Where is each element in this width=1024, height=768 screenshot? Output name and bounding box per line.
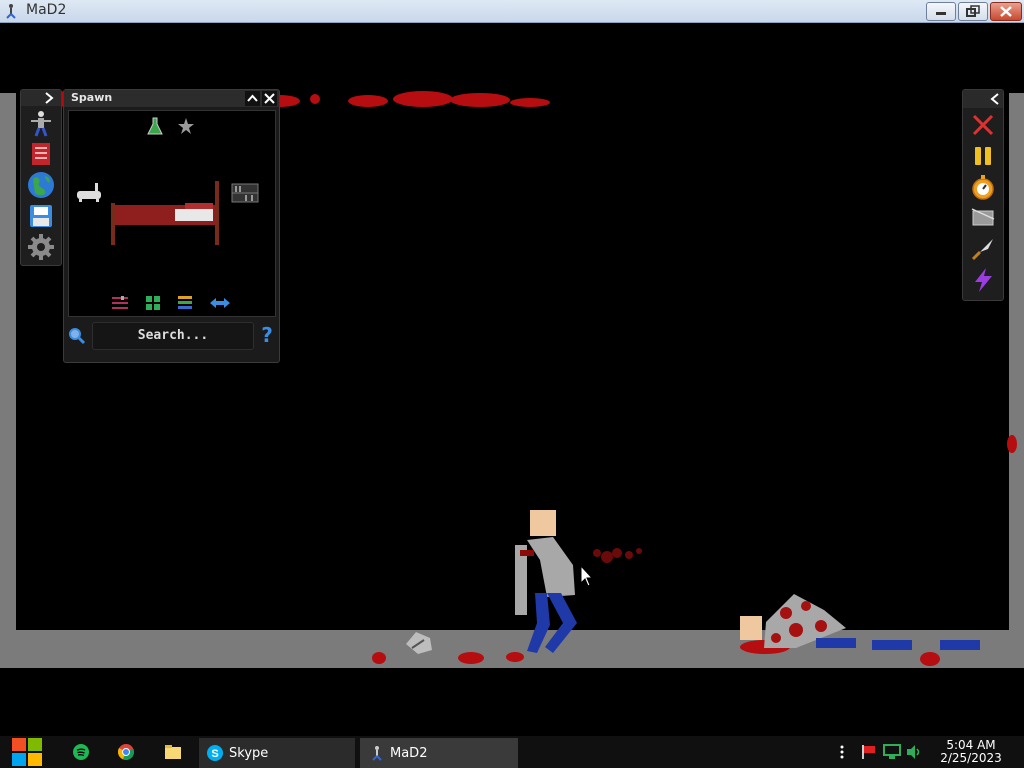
taskbar: S Skype MaD2 5:04 AM 2/25/2023 <box>0 736 1024 768</box>
pause-icon[interactable] <box>969 142 997 170</box>
app-icon <box>6 4 16 19</box>
skype-icon: S <box>207 745 223 761</box>
clock-date: 2/25/2023 <box>940 751 1002 765</box>
bed-item[interactable] <box>109 179 221 249</box>
taskbar-app-skype[interactable]: S Skype <box>199 738 355 768</box>
flag-icon[interactable] <box>860 745 876 759</box>
restore-button[interactable] <box>958 2 988 21</box>
spawn-panel-header: Spawn <box>64 90 279 107</box>
stopwatch-icon[interactable] <box>969 173 997 201</box>
svg-text:S: S <box>211 748 218 760</box>
swap-arrows-icon[interactable] <box>209 296 231 310</box>
help-button[interactable]: ? <box>258 324 276 346</box>
box-icon[interactable] <box>969 204 997 232</box>
list-view-icon[interactable] <box>177 295 193 311</box>
settings-gear-icon[interactable] <box>27 233 55 261</box>
close-window-button[interactable] <box>990 2 1022 21</box>
star-icon[interactable] <box>177 117 195 135</box>
left-toolbar <box>20 89 62 266</box>
ragdoll-lying[interactable] <box>736 588 986 654</box>
chrome-icon[interactable] <box>118 744 134 760</box>
close-panel-button[interactable] <box>262 91 277 106</box>
system-clock[interactable]: 5:04 AM 2/25/2023 <box>936 739 1006 765</box>
window-title: MaD2 <box>26 2 67 18</box>
search-row: Search... ? <box>68 322 275 350</box>
taskbar-app-label: MaD2 <box>390 745 428 761</box>
flask-icon[interactable] <box>147 117 163 135</box>
shelf-item[interactable] <box>231 183 259 203</box>
taskbar-app-mad2[interactable]: MaD2 <box>360 738 518 768</box>
save-icon[interactable] <box>27 202 55 230</box>
volume-icon[interactable] <box>906 744 922 760</box>
sort-options-icon[interactable] <box>111 295 129 311</box>
right-toolbar-header <box>963 90 1003 108</box>
window-titlebar: MaD2 <box>0 0 1024 23</box>
mouse-cursor-icon <box>580 565 594 587</box>
start-windows-icon[interactable] <box>10 736 44 768</box>
debris-object[interactable] <box>404 630 434 656</box>
minimize-button[interactable] <box>926 2 956 21</box>
folder-icon[interactable] <box>165 745 181 759</box>
book-icon[interactable] <box>27 140 55 168</box>
spotify-icon[interactable] <box>73 744 89 760</box>
collapse-button[interactable] <box>245 91 260 106</box>
grid-view-icon[interactable] <box>145 295 161 311</box>
bathtub-item[interactable] <box>75 181 103 203</box>
network-icon[interactable] <box>883 744 901 760</box>
collapse-arrow-icon[interactable] <box>989 93 1001 105</box>
search-icon[interactable] <box>68 327 86 345</box>
mad2-icon <box>372 746 382 761</box>
globe-icon[interactable] <box>27 171 55 199</box>
lightning-icon[interactable] <box>969 266 997 294</box>
spawn-items-area <box>68 110 276 317</box>
expand-arrow-icon[interactable] <box>43 92 55 104</box>
spawn-panel: Spawn Search... ? <box>63 89 280 363</box>
search-input[interactable]: Search... <box>92 322 254 350</box>
overflow-dots-icon[interactable] <box>838 744 846 760</box>
left-toolbar-header <box>21 90 61 106</box>
taskbar-app-label: Skype <box>229 745 269 761</box>
character-icon[interactable] <box>27 109 55 137</box>
close-x-icon[interactable] <box>969 111 997 139</box>
right-toolbar <box>962 89 1004 301</box>
knife-icon[interactable] <box>969 235 997 263</box>
spawn-panel-title: Spawn <box>71 91 113 104</box>
